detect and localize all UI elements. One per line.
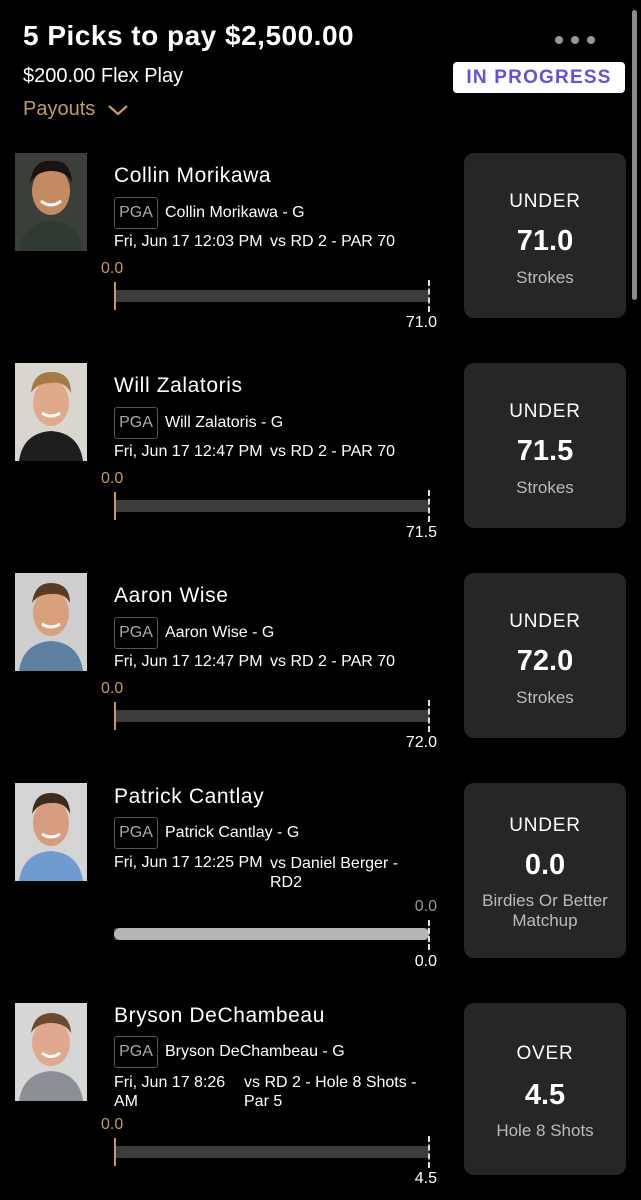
pick-stat: Strokes — [516, 478, 574, 497]
progress-bar — [114, 928, 429, 940]
target-marker — [428, 920, 430, 950]
current-value: 0.0 — [101, 1116, 124, 1133]
target-marker — [428, 1136, 430, 1168]
target-value: 72.0 — [405, 734, 437, 751]
pick-line: 4.5 — [524, 1079, 566, 1111]
player-desc: Patrick Cantlay - G — [165, 824, 300, 841]
game-opponent: vs RD 2 - PAR 70 — [270, 653, 396, 670]
league-badge: PGA — [114, 197, 158, 229]
target-value: 71.0 — [405, 314, 437, 331]
player-name: Aaron Wise — [114, 584, 229, 607]
pick-direction: UNDER — [509, 401, 581, 422]
game-time: Fri, Jun 17 12:47 PM — [114, 653, 263, 670]
game-opponent: vs RD 2 - PAR 70 — [270, 443, 396, 460]
entry-subtitle: $200.00 Flex Play — [23, 65, 184, 87]
payouts-label: Payouts — [23, 98, 96, 120]
pick-stat: Strokes — [516, 268, 574, 287]
chevron-down-icon — [108, 104, 128, 115]
pick-row: Collin Morikawa PGA Collin Morikawa - G … — [0, 150, 641, 340]
avatar — [15, 783, 87, 881]
player-desc: Aaron Wise - G — [165, 624, 275, 641]
pick-card[interactable]: OVER 4.5 Hole 8 Shots — [464, 1003, 626, 1175]
player-name: Collin Morikawa — [114, 164, 272, 187]
pick-direction: UNDER — [509, 611, 581, 632]
status-badge: IN PROGRESS — [453, 62, 625, 93]
pick-card[interactable]: UNDER 71.0 Strokes — [464, 153, 626, 318]
opponent-value: 0.0 — [414, 898, 437, 915]
avatar — [15, 1003, 87, 1101]
pick-stat: Birdies Or Better Matchup — [482, 891, 608, 930]
game-time: Fri, Jun 17 8:26 AM — [114, 1074, 226, 1110]
pick-direction: UNDER — [509, 815, 581, 836]
pick-stat: Strokes — [516, 688, 574, 707]
start-marker — [114, 492, 116, 520]
pick-card[interactable]: UNDER 71.5 Strokes — [464, 363, 626, 528]
target-marker — [428, 490, 430, 522]
game-opponent: vs Daniel Berger - RD2 — [270, 855, 399, 891]
pick-line: 71.0 — [516, 225, 574, 257]
player-desc: Bryson DeChambeau - G — [165, 1043, 345, 1060]
game-opponent: vs RD 2 - PAR 70 — [270, 233, 396, 250]
league-badge: PGA — [114, 407, 158, 439]
pick-row: Bryson DeChambeau PGA Bryson DeChambeau … — [0, 1000, 641, 1200]
league-badge: PGA — [114, 617, 158, 649]
start-marker — [114, 282, 116, 310]
pick-stat: Hole 8 Shots — [496, 1121, 594, 1140]
pick-card[interactable]: UNDER 72.0 Strokes — [464, 573, 626, 738]
league-badge: PGA — [114, 1036, 158, 1068]
target-marker — [428, 700, 430, 732]
target-value: 71.5 — [405, 524, 437, 541]
page-title: 5 Picks to pay $2,500.00 — [23, 20, 355, 51]
current-value: 0.0 — [101, 470, 124, 487]
game-time: Fri, Jun 17 12:25 PM — [114, 854, 263, 871]
game-time: Fri, Jun 17 12:03 PM — [114, 233, 263, 250]
game-time: Fri, Jun 17 12:47 PM — [114, 443, 263, 460]
target-value: 0.0 — [414, 953, 437, 970]
progress-bar — [114, 500, 429, 512]
pick-line: 0.0 — [524, 849, 566, 881]
current-value: 0.0 — [101, 680, 124, 697]
target-marker — [428, 280, 430, 312]
game-opponent: vs RD 2 - Hole 8 Shots - Par 5 — [244, 1074, 417, 1110]
avatar — [15, 363, 87, 461]
player-desc: Collin Morikawa - G — [165, 204, 305, 221]
pick-row: Aaron Wise PGA Aaron Wise - G Fri, Jun 1… — [0, 570, 641, 760]
target-value: 4.5 — [414, 1170, 437, 1187]
progress-fill — [114, 928, 429, 940]
player-name: Patrick Cantlay — [114, 785, 265, 808]
more-options-icon[interactable] — [555, 36, 595, 44]
progress-bar — [114, 290, 429, 302]
avatar — [15, 573, 87, 671]
pick-direction: OVER — [516, 1043, 574, 1064]
current-value: 0.0 — [101, 260, 124, 277]
pick-card[interactable]: UNDER 0.0 Birdies Or Better Matchup — [464, 783, 626, 958]
start-marker — [114, 1138, 116, 1166]
league-badge: PGA — [114, 817, 158, 849]
pick-direction: UNDER — [509, 191, 581, 212]
start-marker — [114, 702, 116, 730]
pick-row: Will Zalatoris PGA Will Zalatoris - G Fr… — [0, 360, 641, 550]
pick-row: Patrick Cantlay PGA Patrick Cantlay - G … — [0, 780, 641, 980]
avatar — [15, 153, 87, 251]
payouts-toggle[interactable]: Payouts — [23, 98, 129, 121]
progress-bar — [114, 710, 429, 722]
lineup-header: 5 Picks to pay $2,500.00 $200.00 Flex Pl… — [0, 0, 641, 140]
player-name: Bryson DeChambeau — [114, 1004, 325, 1027]
progress-bar — [114, 1146, 429, 1158]
player-name: Will Zalatoris — [114, 374, 243, 397]
pick-line: 72.0 — [516, 645, 574, 677]
pick-line: 71.5 — [516, 435, 574, 467]
player-desc: Will Zalatoris - G — [165, 414, 284, 431]
